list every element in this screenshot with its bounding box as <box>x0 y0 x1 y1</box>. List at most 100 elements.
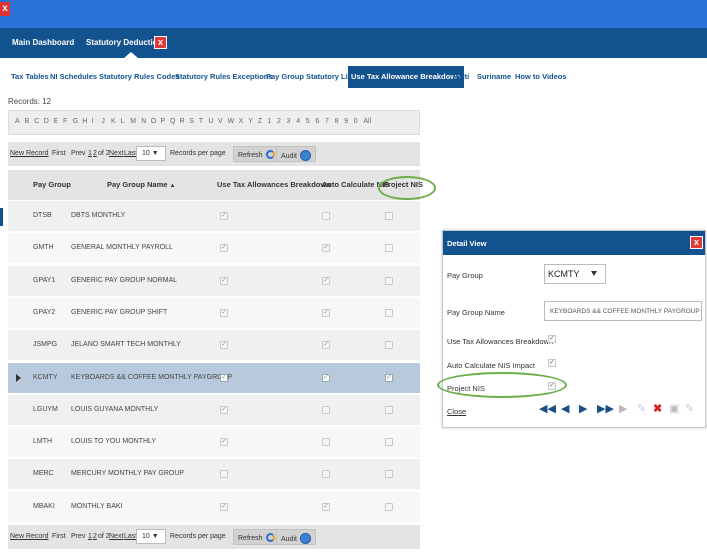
alpha-filter-6[interactable]: 6 <box>315 118 319 125</box>
cell-auto-calc-checkbox[interactable] <box>322 373 330 382</box>
alpha-filter-e[interactable]: E <box>53 118 58 125</box>
prev-page-link-bottom[interactable]: Prev <box>71 533 85 540</box>
prev-page-link[interactable]: Prev <box>71 150 85 157</box>
pay-group-select[interactable]: KCMTY <box>544 264 606 284</box>
new-record-link[interactable]: New Record <box>10 150 49 157</box>
first-page-link[interactable]: First <box>52 150 66 157</box>
cell-auto-calc-checkbox[interactable] <box>322 502 330 511</box>
next-icon[interactable]: ▶ <box>579 402 587 415</box>
tab-pay-group-statutory-link[interactable]: Pay Group Statutory Link <box>263 66 359 88</box>
alpha-filter-r[interactable]: R <box>180 118 185 125</box>
detail-close-link[interactable]: Close <box>447 407 466 416</box>
nav-main-dashboard[interactable]: Main Dashboard <box>12 38 74 47</box>
cell-auto-calc-checkbox[interactable] <box>322 276 330 285</box>
refresh-button[interactable]: Refresh <box>233 146 280 162</box>
page-2-link-bottom[interactable]: 2 <box>93 533 97 540</box>
table-row[interactable]: DTSB DBTS MONTHLY <box>8 201 420 232</box>
cell-auto-calc-checkbox[interactable] <box>322 308 330 317</box>
auto-calc-checkbox[interactable] <box>548 359 556 367</box>
cell-use-tax-checkbox[interactable] <box>220 405 228 414</box>
alpha-filter-9[interactable]: 9 <box>344 118 348 125</box>
per-page-select-bottom[interactable]: 10 ▼ <box>136 529 166 544</box>
cell-auto-calc-checkbox[interactable] <box>322 470 330 479</box>
table-row[interactable]: LMTH LOUIS TO YOU MONTHLY <box>8 427 420 459</box>
tab-suriname[interactable]: Suriname <box>474 66 514 88</box>
alpha-filter-k[interactable]: K <box>111 118 116 125</box>
cell-use-tax-checkbox[interactable] <box>220 438 228 447</box>
cell-project-nis-checkbox[interactable] <box>385 470 393 479</box>
cell-use-tax-checkbox[interactable] <box>220 308 228 317</box>
cell-auto-calc-checkbox[interactable] <box>322 341 330 350</box>
alpha-filter-l[interactable]: L <box>121 118 125 125</box>
tab-ni-schedules[interactable]: NI Schedules <box>47 66 100 88</box>
cell-use-tax-checkbox[interactable] <box>220 373 228 382</box>
save-icon[interactable]: ▣ <box>669 402 679 415</box>
alpha-filter-all[interactable]: All <box>363 118 371 125</box>
edit-icon[interactable]: ✎ <box>637 402 646 415</box>
detail-close-icon[interactable]: x <box>690 236 703 249</box>
alpha-filter-z[interactable]: Z <box>258 118 262 125</box>
new-record-link-bottom[interactable]: New Record <box>10 533 49 540</box>
alpha-filter-a[interactable]: A <box>15 118 20 125</box>
close-tab-icon[interactable]: x <box>154 36 167 49</box>
cell-project-nis-checkbox[interactable] <box>385 373 393 382</box>
table-row[interactable]: MBAKI MONTHLY BAKI <box>8 491 420 523</box>
alpha-filter-7[interactable]: 7 <box>325 118 329 125</box>
cell-project-nis-checkbox[interactable] <box>385 212 393 220</box>
page-2-link[interactable]: 2 <box>93 150 97 157</box>
window-close-button[interactable]: x <box>0 2 10 16</box>
alpha-filter-t[interactable]: T <box>199 118 203 125</box>
refresh-button-bottom[interactable]: Refresh <box>233 529 280 545</box>
alpha-filter-j[interactable]: J <box>101 118 105 125</box>
table-row[interactable]: GMTH GENERAL MONTHLY PAYROLL <box>8 233 420 265</box>
header-use-tax[interactable]: Use Tax Allowances Breakdown <box>217 180 331 189</box>
alpha-filter-b[interactable]: B <box>25 118 30 125</box>
table-row[interactable]: LGUYM LOUIS GUYANA MONTHLY <box>8 394 420 426</box>
alpha-filter-8[interactable]: 8 <box>335 118 339 125</box>
alpha-filter-n[interactable]: N <box>141 118 146 125</box>
cell-project-nis-checkbox[interactable] <box>385 308 393 317</box>
alpha-filter-5[interactable]: 5 <box>306 118 310 125</box>
next-page-link-bottom[interactable]: Next <box>109 533 123 540</box>
cell-use-tax-checkbox[interactable] <box>220 276 228 285</box>
cell-auto-calc-checkbox[interactable] <box>322 212 330 220</box>
header-pay-group[interactable]: Pay Group <box>33 180 71 189</box>
cell-project-nis-checkbox[interactable] <box>385 276 393 285</box>
table-row[interactable]: JSMPG JELANO SMART TECH MONTHLY <box>8 330 420 362</box>
alpha-filter-w[interactable]: W <box>228 118 235 125</box>
alpha-filter-u[interactable]: U <box>208 118 213 125</box>
alpha-filter-q[interactable]: Q <box>170 118 175 125</box>
pay-group-name-field[interactable]: KEYBOARDS && COFFEE MONTHLY PAYGROUP <box>544 301 702 321</box>
alpha-filter-2[interactable]: 2 <box>277 118 281 125</box>
page-1-link-bottom[interactable]: 1 <box>88 533 92 540</box>
audit-button[interactable]: Audit <box>276 146 316 162</box>
tab-use-tax-allowance-breakdown[interactable]: Use Tax Allowance Breakdown <box>348 66 464 88</box>
table-row[interactable]: GPAY2 GENERIC PAY GROUP SHIFT <box>8 297 420 329</box>
alpha-filter-i[interactable]: I <box>92 118 94 125</box>
cell-auto-calc-checkbox[interactable] <box>322 244 330 253</box>
tab-how-to-videos[interactable]: How to Videos <box>512 66 570 88</box>
alpha-filter-m[interactable]: M <box>130 118 136 125</box>
alpha-filter-d[interactable]: D <box>44 118 49 125</box>
tab-haiti[interactable]: Haiti <box>450 66 472 88</box>
alpha-filter-0[interactable]: 0 <box>354 118 358 125</box>
table-row[interactable]: MERC MERCURY MONTHLY PAY GROUP <box>8 459 420 491</box>
cell-use-tax-checkbox[interactable] <box>220 341 228 350</box>
tab-statutory-rules-exceptions[interactable]: Statutory Rules Exceptions <box>172 66 276 88</box>
alpha-filter-4[interactable]: 4 <box>296 118 300 125</box>
next-page-link[interactable]: Next <box>109 150 123 157</box>
alpha-filter-c[interactable]: C <box>34 118 39 125</box>
alpha-filter-3[interactable]: 3 <box>287 118 291 125</box>
prev-icon[interactable]: ◀ <box>561 402 569 415</box>
alpha-filter-s[interactable]: S <box>189 118 194 125</box>
alpha-filter-p[interactable]: P <box>160 118 165 125</box>
cell-project-nis-checkbox[interactable] <box>385 341 393 350</box>
cell-use-tax-checkbox[interactable] <box>220 502 228 511</box>
audit-button-bottom[interactable]: Audit <box>276 529 316 545</box>
per-page-select[interactable]: 10 ▼ <box>136 146 166 161</box>
tab-statutory-rules-codes[interactable]: Statutory Rules Codes <box>96 66 182 88</box>
cell-project-nis-checkbox[interactable] <box>385 502 393 511</box>
alpha-filter-y[interactable]: Y <box>248 118 253 125</box>
alpha-filter-h[interactable]: H <box>82 118 87 125</box>
cell-use-tax-checkbox[interactable] <box>220 244 228 253</box>
